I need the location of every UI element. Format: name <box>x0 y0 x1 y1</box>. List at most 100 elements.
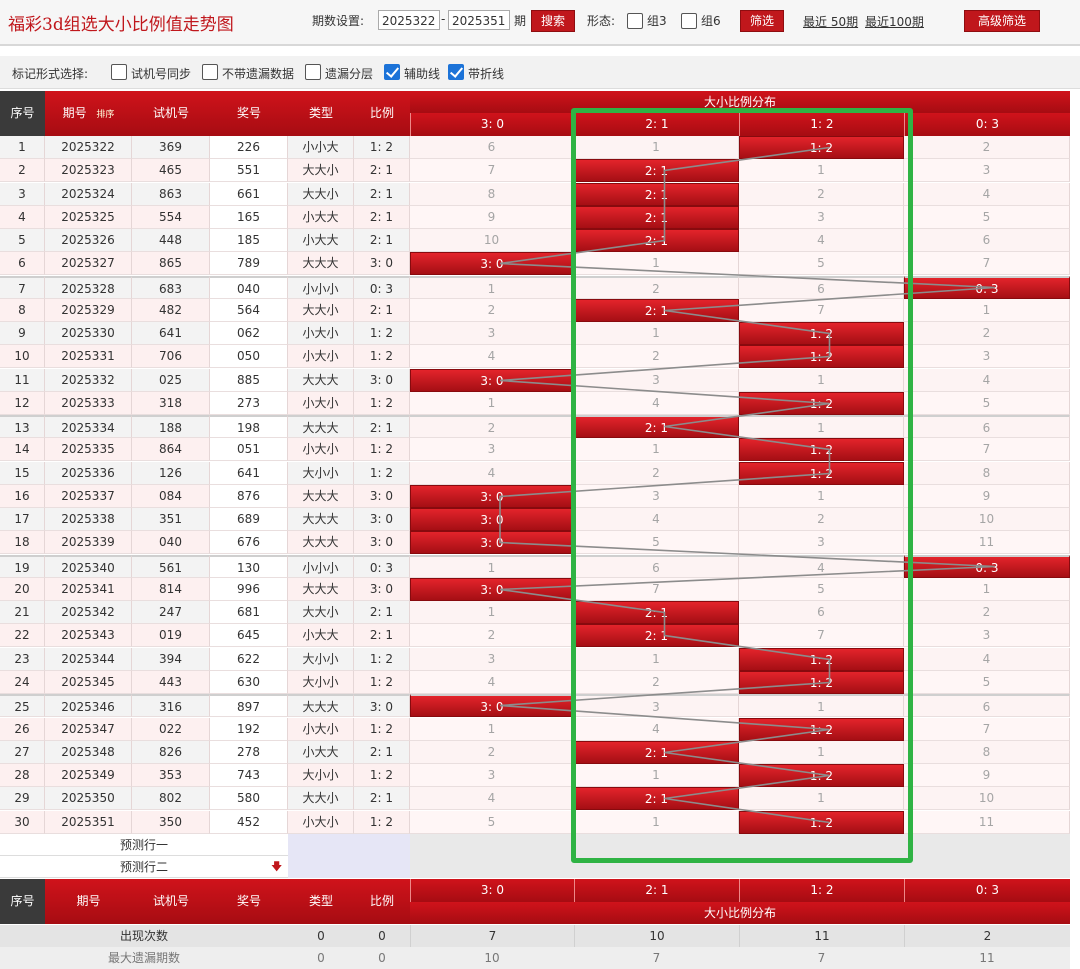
dist-hit-cell[interactable]: 3: 0 <box>410 508 574 531</box>
dist-hit-cell[interactable]: 3: 0 <box>410 369 574 392</box>
dist-miss-cell[interactable]: 4 <box>574 392 739 415</box>
dist-miss-cell[interactable]: 3 <box>574 694 739 717</box>
dist-miss-cell[interactable]: 2 <box>574 671 739 694</box>
dist-miss-cell[interactable]: 3 <box>410 322 574 345</box>
dist-miss-cell[interactable]: 3 <box>574 369 739 392</box>
dist-hit-cell[interactable]: 3: 0 <box>410 694 574 717</box>
dist-miss-cell[interactable]: 7 <box>410 159 574 182</box>
dist-miss-cell[interactable]: 2 <box>574 462 739 485</box>
dist-miss-cell[interactable]: 2 <box>739 183 904 206</box>
dist-miss-cell[interactable]: 5 <box>904 392 1070 415</box>
dist-miss-cell[interactable]: 3 <box>410 438 574 461</box>
dist-miss-cell[interactable]: 2 <box>739 508 904 531</box>
dist-miss-cell[interactable]: 4 <box>410 345 574 368</box>
dist-miss-cell[interactable]: 4 <box>904 648 1070 671</box>
dist-miss-cell[interactable]: 6 <box>904 415 1070 438</box>
dist-miss-cell[interactable]: 4 <box>574 718 739 741</box>
dist-miss-cell[interactable]: 5 <box>904 671 1070 694</box>
dist-miss-cell[interactable]: 11 <box>904 531 1070 554</box>
dist-miss-cell[interactable]: 1 <box>574 438 739 461</box>
dist-miss-cell[interactable]: 3 <box>904 345 1070 368</box>
dist-miss-cell[interactable]: 7 <box>904 438 1070 461</box>
dist-miss-cell[interactable]: 6 <box>904 694 1070 717</box>
dist-miss-cell[interactable]: 8 <box>410 183 574 206</box>
dist-hit-cell[interactable]: 0: 3 <box>904 276 1070 299</box>
advanced-filter-button[interactable]: 高级筛选 <box>964 10 1040 32</box>
dist-miss-cell[interactable]: 1 <box>574 136 739 159</box>
dist-miss-cell[interactable]: 1 <box>410 392 574 415</box>
dist-miss-cell[interactable]: 9 <box>904 485 1070 508</box>
dist-miss-cell[interactable]: 4 <box>410 462 574 485</box>
dist-miss-cell[interactable]: 6 <box>904 229 1070 252</box>
dist-miss-cell[interactable]: 1 <box>739 415 904 438</box>
dist-miss-cell[interactable]: 4 <box>904 183 1070 206</box>
dist-hit-cell[interactable]: 1: 2 <box>739 438 904 461</box>
search-button[interactable]: 搜索 <box>531 10 575 32</box>
dist-miss-cell[interactable]: 7 <box>904 718 1070 741</box>
dist-miss-cell[interactable]: 1 <box>410 555 574 578</box>
dist-miss-cell[interactable]: 2 <box>410 415 574 438</box>
dist-hit-cell[interactable]: 1: 2 <box>739 718 904 741</box>
predict-row-2-cell[interactable] <box>288 856 410 878</box>
dist-hit-cell[interactable]: 3: 0 <box>410 578 574 601</box>
dist-hit-cell[interactable]: 1: 2 <box>739 322 904 345</box>
dist-miss-cell[interactable]: 2 <box>410 299 574 322</box>
dist-miss-cell[interactable]: 6 <box>739 601 904 624</box>
dist-miss-cell[interactable]: 1 <box>574 322 739 345</box>
dist-miss-cell[interactable]: 3 <box>739 531 904 554</box>
dist-hit-cell[interactable]: 1: 2 <box>739 811 904 834</box>
dist-miss-cell[interactable]: 5 <box>739 578 904 601</box>
dist-miss-cell[interactable]: 10 <box>904 508 1070 531</box>
dist-miss-cell[interactable]: 5 <box>739 252 904 275</box>
dist-miss-cell[interactable]: 4 <box>410 671 574 694</box>
dist-hit-cell[interactable]: 2: 1 <box>574 206 739 229</box>
dist-miss-cell[interactable]: 4 <box>739 555 904 578</box>
period-from-input[interactable]: 2025322 <box>378 10 440 30</box>
dist-miss-cell[interactable]: 1 <box>739 485 904 508</box>
no-miss-data-checkbox[interactable] <box>202 64 218 80</box>
dist-miss-cell[interactable]: 1 <box>410 601 574 624</box>
dist-miss-cell[interactable]: 1 <box>574 252 739 275</box>
dist-miss-cell[interactable]: 4 <box>904 369 1070 392</box>
dist-miss-cell[interactable]: 1 <box>574 764 739 787</box>
dist-hit-cell[interactable]: 2: 1 <box>574 229 739 252</box>
miss-layer-checkbox[interactable] <box>305 64 321 80</box>
period-to-input[interactable]: 2025351 <box>448 10 510 30</box>
dist-miss-cell[interactable]: 7 <box>739 299 904 322</box>
dist-miss-cell[interactable]: 10 <box>410 229 574 252</box>
dist-miss-cell[interactable]: 5 <box>904 206 1070 229</box>
dist-hit-cell[interactable]: 1: 2 <box>739 648 904 671</box>
dist-miss-cell[interactable]: 9 <box>904 764 1070 787</box>
dist-miss-cell[interactable]: 2 <box>904 601 1070 624</box>
predict-row-2-dist[interactable] <box>410 856 1070 878</box>
zu3-checkbox[interactable] <box>627 13 643 29</box>
arrow-down-icon[interactable]: 🡇 <box>271 856 282 878</box>
predict-row-1-dist[interactable] <box>410 834 1070 856</box>
dist-hit-cell[interactable]: 1: 2 <box>739 764 904 787</box>
dist-hit-cell[interactable]: 2: 1 <box>574 299 739 322</box>
dist-miss-cell[interactable]: 1 <box>739 741 904 764</box>
dist-miss-cell[interactable]: 2 <box>904 136 1070 159</box>
dist-miss-cell[interactable]: 3 <box>410 764 574 787</box>
dist-miss-cell[interactable]: 8 <box>904 741 1070 764</box>
test-sync-checkbox[interactable] <box>111 64 127 80</box>
dist-hit-cell[interactable]: 3: 0 <box>410 485 574 508</box>
dist-miss-cell[interactable]: 7 <box>574 578 739 601</box>
dist-miss-cell[interactable]: 3 <box>574 485 739 508</box>
dist-miss-cell[interactable]: 1 <box>739 159 904 182</box>
dist-miss-cell[interactable]: 8 <box>904 462 1070 485</box>
dist-hit-cell[interactable]: 0: 3 <box>904 555 1070 578</box>
dist-miss-cell[interactable]: 4 <box>574 508 739 531</box>
dist-hit-cell[interactable]: 3: 0 <box>410 531 574 554</box>
dist-miss-cell[interactable]: 2 <box>904 322 1070 345</box>
dist-miss-cell[interactable]: 10 <box>904 787 1070 810</box>
dist-miss-cell[interactable]: 1 <box>739 369 904 392</box>
dist-miss-cell[interactable]: 3 <box>410 648 574 671</box>
dist-miss-cell[interactable]: 1 <box>904 299 1070 322</box>
dist-miss-cell[interactable]: 1 <box>739 694 904 717</box>
dist-miss-cell[interactable]: 4 <box>410 787 574 810</box>
dist-hit-cell[interactable]: 2: 1 <box>574 741 739 764</box>
dist-miss-cell[interactable]: 1 <box>904 578 1070 601</box>
dist-hit-cell[interactable]: 1: 2 <box>739 392 904 415</box>
dist-miss-cell[interactable]: 1 <box>574 648 739 671</box>
